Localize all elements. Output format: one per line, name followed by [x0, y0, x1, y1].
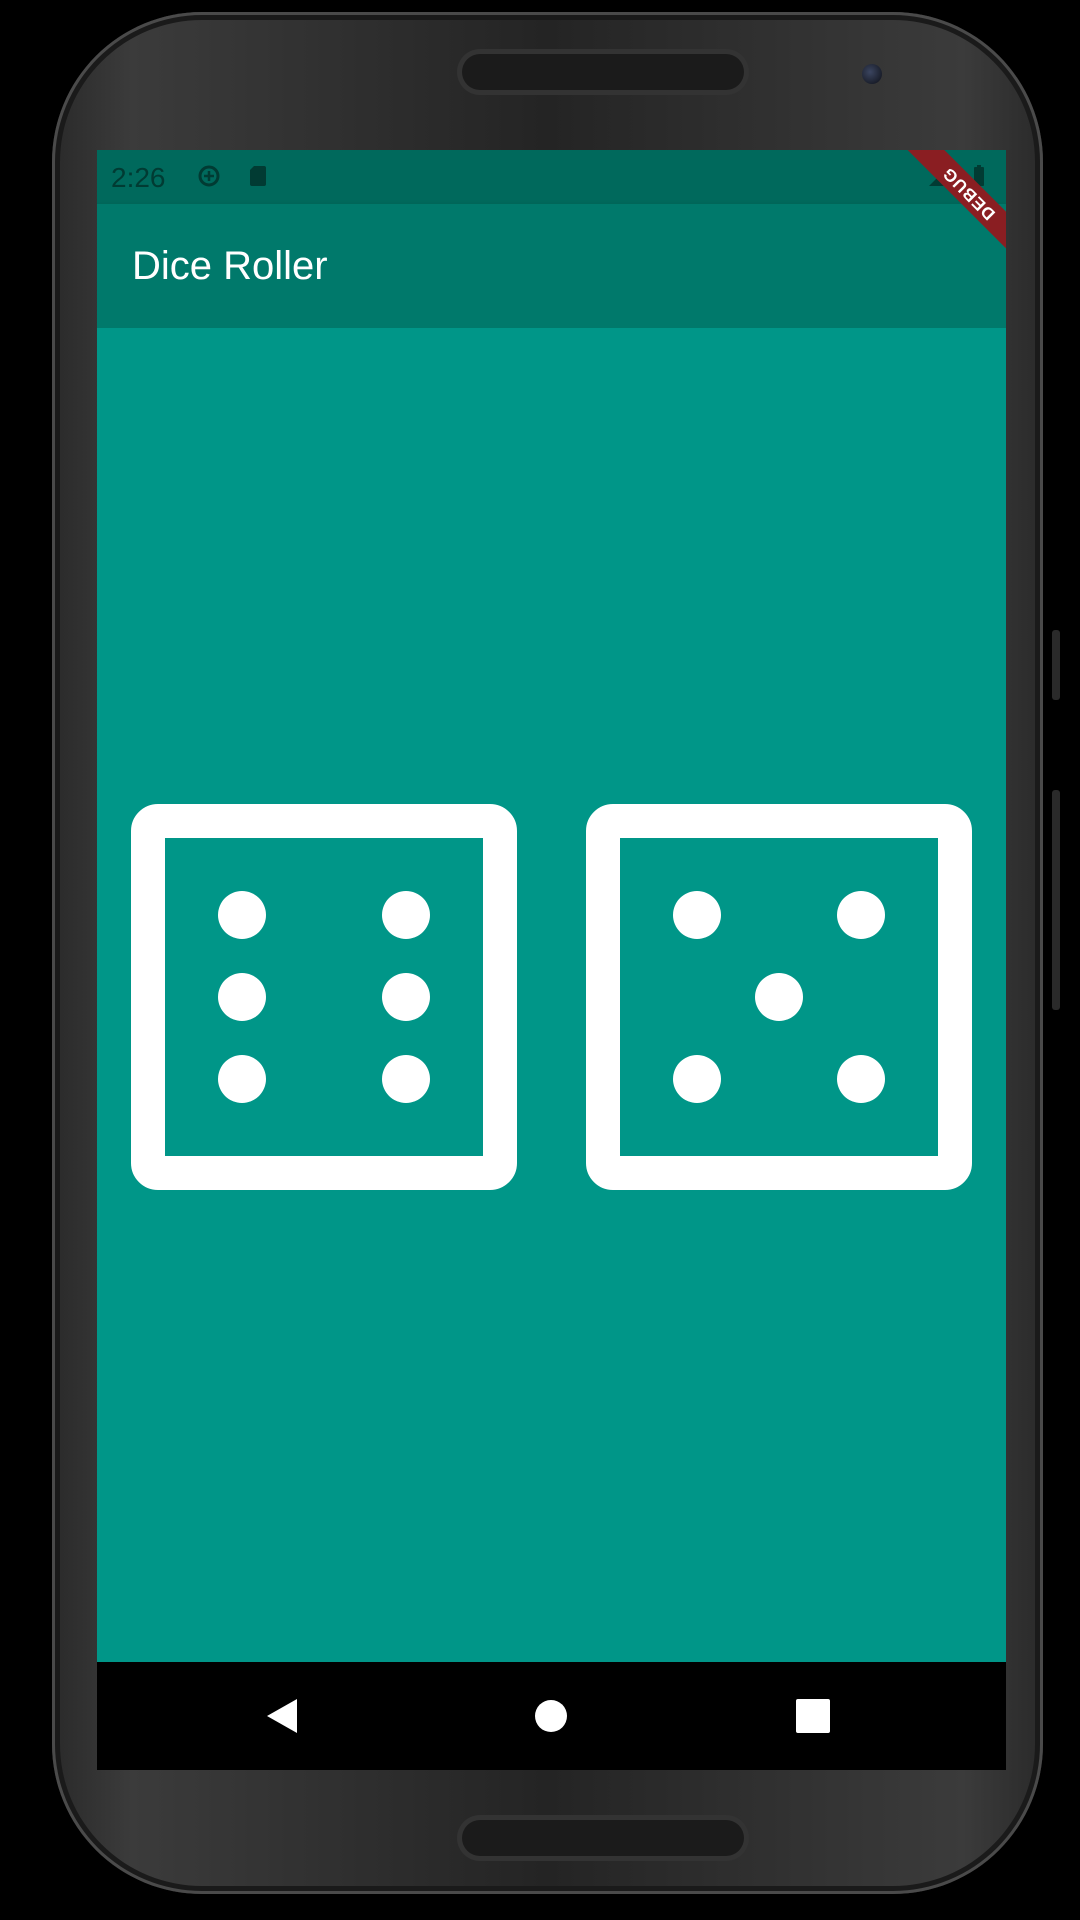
- top-speaker: [462, 54, 744, 90]
- sd-card-icon: [250, 166, 266, 186]
- navigation-bar: [97, 1662, 1006, 1770]
- app-bar: Dice Roller: [97, 204, 1006, 328]
- power-button: [1052, 790, 1060, 1010]
- status-bar: 2:26: [97, 150, 1006, 204]
- device-screen: 2:26 Dice Roller DEBUG: [97, 150, 1006, 1770]
- home-icon[interactable]: [521, 1686, 581, 1746]
- dice-five-icon: [586, 804, 972, 1190]
- back-icon[interactable]: [253, 1686, 313, 1746]
- bottom-speaker: [462, 1820, 744, 1856]
- right-die-button[interactable]: [586, 804, 972, 1190]
- recents-icon[interactable]: [783, 1686, 843, 1746]
- front-camera: [862, 64, 882, 84]
- volume-button: [1052, 630, 1060, 700]
- dice-six-icon: [131, 804, 517, 1190]
- app-title: Dice Roller: [132, 244, 328, 288]
- dice-area: [97, 328, 1006, 1662]
- left-die-button[interactable]: [131, 804, 517, 1190]
- status-time: 2:26: [111, 162, 166, 193]
- data-saver-icon: [198, 165, 220, 187]
